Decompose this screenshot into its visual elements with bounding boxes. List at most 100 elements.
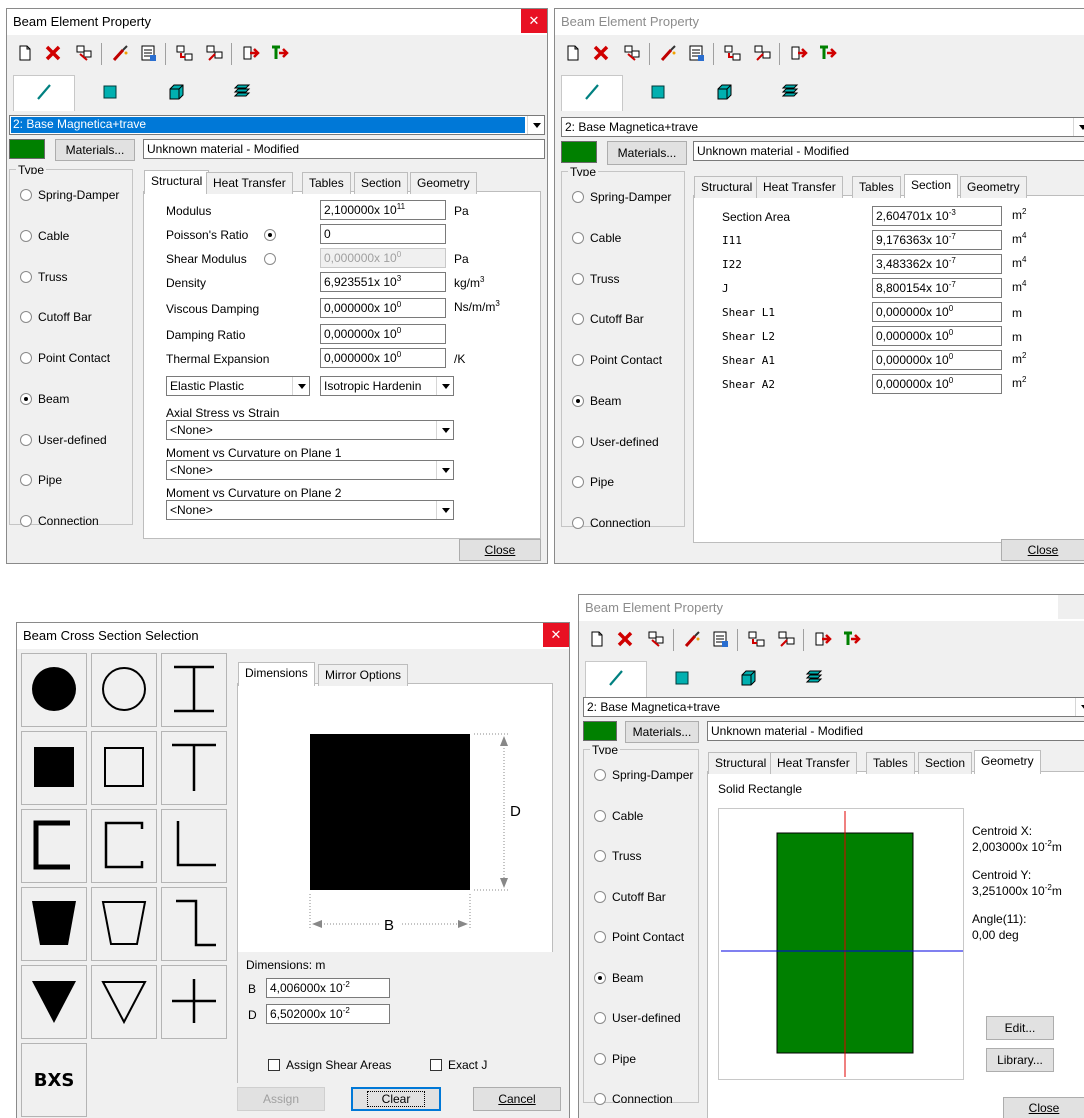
import-table-button[interactable] xyxy=(173,43,197,65)
type-radio-cable[interactable]: Cable xyxy=(572,231,621,245)
close-button[interactable]: Close xyxy=(459,539,541,561)
copy-nodes-button[interactable] xyxy=(645,629,669,651)
tab-structural[interactable]: Structural xyxy=(144,170,210,194)
delete-button[interactable] xyxy=(613,629,637,651)
new-document-button[interactable] xyxy=(585,629,609,651)
element-type-tab-3[interactable] xyxy=(693,75,755,111)
shear-a2-input[interactable]: 0,000000x 100 xyxy=(872,374,1002,394)
radio-dot[interactable] xyxy=(594,1052,606,1065)
radio-dot[interactable] xyxy=(572,272,584,285)
type-radio-truss[interactable]: Truss xyxy=(572,272,620,286)
chevron-down-icon[interactable] xyxy=(436,501,453,519)
density-input[interactable]: 6,923551x 103 xyxy=(320,272,446,292)
delete-button[interactable] xyxy=(41,43,65,65)
new-document-button[interactable] xyxy=(13,43,37,65)
radio-dot[interactable] xyxy=(572,435,584,448)
type-radio-user-defined[interactable]: User-defined xyxy=(20,433,107,447)
apply-button[interactable] xyxy=(815,43,839,65)
hollow-trapezoid-shape-button[interactable] xyxy=(91,887,157,961)
shear-modulus-radio[interactable] xyxy=(264,253,276,265)
close-window-button[interactable] xyxy=(1058,595,1084,619)
chevron-down-icon[interactable] xyxy=(1075,698,1084,716)
type-radio-user-defined[interactable]: User-defined xyxy=(572,435,659,449)
delete-button[interactable] xyxy=(589,43,613,65)
type-radio-beam[interactable]: Beam xyxy=(594,971,643,985)
d-input[interactable]: 6,502000x 10-2 xyxy=(266,1004,390,1024)
tab-heat-transfer[interactable]: Heat Transfer xyxy=(770,752,857,774)
radio-dot[interactable] xyxy=(594,890,606,903)
close-window-button[interactable]: ✕ xyxy=(521,9,547,33)
type-radio-pipe[interactable]: Pipe xyxy=(20,473,62,487)
part-selector[interactable]: 2: Base Magnetica+trave xyxy=(561,117,1084,137)
tab-mirror-options[interactable]: Mirror Options xyxy=(318,664,409,686)
section-area-input[interactable]: 2,604701x 10-3 xyxy=(872,206,1002,226)
material-name-field[interactable]: Unknown material - Modified xyxy=(693,141,1084,161)
cross-shape-button[interactable] xyxy=(161,965,227,1039)
modulus-input[interactable]: 2,100000x 1011 xyxy=(320,200,446,220)
close-window-button[interactable]: ✕ xyxy=(543,623,569,647)
edit-button[interactable]: Edit... xyxy=(986,1016,1054,1040)
type-radio-beam[interactable]: Beam xyxy=(20,392,69,406)
type-radio-pipe[interactable]: Pipe xyxy=(572,475,614,489)
chevron-down-icon[interactable] xyxy=(527,116,544,134)
chevron-down-icon[interactable] xyxy=(436,421,453,439)
chevron-down-icon[interactable] xyxy=(1073,118,1084,136)
copy-nodes-button[interactable] xyxy=(621,43,645,65)
edit-wand-button[interactable] xyxy=(109,43,133,65)
hollow-triangle-shape-button[interactable] xyxy=(91,965,157,1039)
type-radio-connection[interactable]: Connection xyxy=(594,1092,673,1106)
plane2-select[interactable]: <None> xyxy=(166,500,454,520)
edit-wand-button[interactable] xyxy=(657,43,681,65)
shear-l2-input[interactable]: 0,000000x 100 xyxy=(872,326,1002,346)
hardening-model-select[interactable]: Isotropic Hardenin xyxy=(320,376,454,396)
type-radio-cutoff-bar[interactable]: Cutoff Bar xyxy=(594,890,666,904)
radio-dot[interactable] xyxy=(20,392,32,405)
radio-dot[interactable] xyxy=(594,850,606,862)
solid-trapezoid-shape-button[interactable] xyxy=(21,887,87,961)
chevron-down-icon[interactable] xyxy=(436,377,453,395)
radio-dot[interactable] xyxy=(20,189,32,201)
chevron-down-icon[interactable] xyxy=(436,461,453,479)
radio-dot[interactable] xyxy=(572,476,584,489)
element-type-tab-4[interactable] xyxy=(783,661,845,697)
load-button[interactable] xyxy=(239,43,263,65)
tee-shape-button[interactable] xyxy=(161,731,227,805)
type-radio-connection[interactable]: Connection xyxy=(20,514,99,528)
tab-section[interactable]: Section xyxy=(354,172,409,194)
element-type-tab-1[interactable] xyxy=(13,75,75,111)
i22-input[interactable]: 3,483362x 10-7 xyxy=(872,254,1002,274)
radio-dot[interactable] xyxy=(572,354,584,366)
new-document-button[interactable] xyxy=(561,43,585,65)
type-radio-user-defined[interactable]: User-defined xyxy=(594,1011,681,1025)
type-radio-point-contact[interactable]: Point Contact xyxy=(20,351,110,365)
part-selector[interactable]: 2: Base Magnetica+trave xyxy=(583,697,1084,717)
material-name-field[interactable]: Unknown material - Modified xyxy=(707,721,1084,741)
exact-j-checkbox[interactable]: Exact J xyxy=(430,1058,487,1072)
type-radio-spring-damper[interactable]: Spring-Damper xyxy=(20,188,119,202)
angle-shape-button[interactable] xyxy=(161,809,227,883)
apply-button[interactable] xyxy=(267,43,291,65)
tab-dimensions[interactable]: Dimensions xyxy=(238,662,315,686)
radio-dot[interactable] xyxy=(572,313,584,326)
chevron-down-icon[interactable] xyxy=(292,377,309,395)
clear-button[interactable]: Clear xyxy=(351,1087,441,1111)
radio-dot[interactable] xyxy=(20,270,32,283)
tab-tables[interactable]: Tables xyxy=(852,176,901,198)
shear-l1-input[interactable]: 0,000000x 100 xyxy=(872,302,1002,322)
plane1-select[interactable]: <None> xyxy=(166,460,454,480)
type-radio-beam[interactable]: Beam xyxy=(572,394,621,408)
tab-section[interactable]: Section xyxy=(904,174,959,198)
apply-button[interactable] xyxy=(839,629,863,651)
part-selector[interactable]: 2: Base Magnetica+trave xyxy=(9,115,545,135)
tab-geometry[interactable]: Geometry xyxy=(974,750,1041,774)
assign-button[interactable]: Assign xyxy=(237,1087,325,1111)
property-sheet-button[interactable] xyxy=(709,629,733,651)
library-button[interactable]: Library... xyxy=(986,1048,1054,1072)
radio-dot[interactable] xyxy=(20,515,32,527)
close-button[interactable]: Close xyxy=(1003,1097,1084,1118)
property-sheet-button[interactable] xyxy=(137,43,161,65)
property-sheet-button[interactable] xyxy=(685,43,709,65)
damping-ratio-input[interactable]: 0,000000x 100 xyxy=(320,324,446,344)
radio-dot[interactable] xyxy=(20,229,32,242)
element-type-tab-4[interactable] xyxy=(211,75,273,111)
